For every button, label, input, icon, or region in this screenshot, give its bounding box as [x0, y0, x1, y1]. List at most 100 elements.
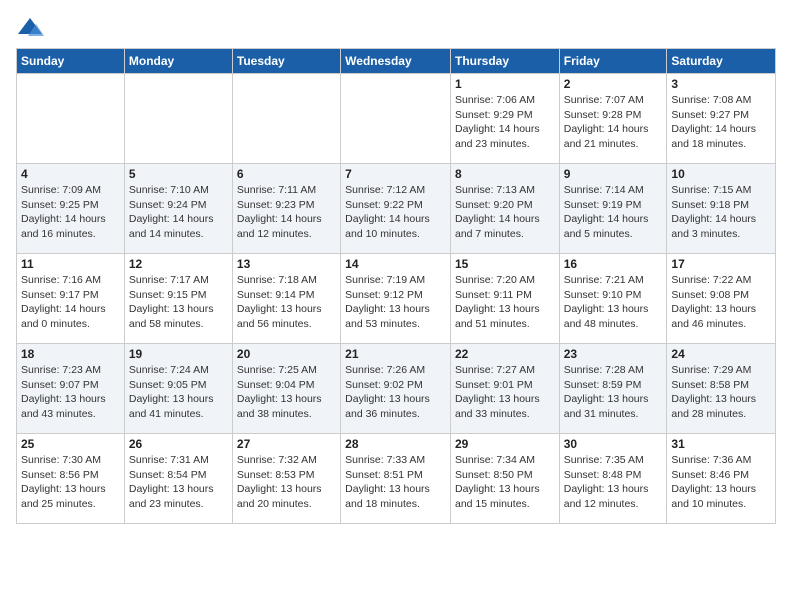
day-info: Sunrise: 7:26 AM Sunset: 9:02 PM Dayligh…: [345, 363, 446, 422]
day-info: Sunrise: 7:21 AM Sunset: 9:10 PM Dayligh…: [564, 273, 663, 332]
calendar-cell: 19 Sunrise: 7:24 AM Sunset: 9:05 PM Dayli…: [124, 344, 232, 434]
day-number: 29: [455, 437, 555, 451]
calendar-cell: 7 Sunrise: 7:12 AM Sunset: 9:22 PM Daylig…: [341, 164, 451, 254]
calendar-cell: 22Sunrise: 7:27 AM Sunset: 9:01 PM Dayli…: [450, 344, 559, 434]
day-number: 5: [129, 167, 228, 181]
weekday-header-sunday: Sunday: [17, 49, 125, 74]
calendar-cell: 21Sunrise: 7:26 AM Sunset: 9:02 PM Dayli…: [341, 344, 451, 434]
day-number: 2: [564, 77, 663, 91]
day-number: 23: [564, 347, 663, 361]
day-number: 19: [129, 347, 228, 361]
calendar-cell: 16 Sunrise: 7:21 AM Sunset: 9:10 PM Dayli…: [559, 254, 667, 344]
day-info: Sunrise: 7:36 AM Sunset: 8:46 PM Dayligh…: [671, 453, 771, 512]
calendar-cell: 2 Sunrise: 7:07 AM Sunset: 9:28 PM Daylig…: [559, 74, 667, 164]
day-number: 7: [345, 167, 446, 181]
calendar-cell: 30Sunrise: 7:35 AM Sunset: 8:48 PM Dayli…: [559, 434, 667, 524]
day-info: Sunrise: 7:35 AM Sunset: 8:48 PM Dayligh…: [564, 453, 663, 512]
day-number: 31: [671, 437, 771, 451]
day-info: Sunrise: 7:31 AM Sunset: 8:54 PM Dayligh…: [129, 453, 228, 512]
logo: [16, 16, 48, 38]
weekday-header-wednesday: Wednesday: [341, 49, 451, 74]
calendar-cell: 28 Sunrise: 7:33 AM Sunset: 8:51 PM Dayli…: [341, 434, 451, 524]
calendar-cell: 11 Sunrise: 7:16 AM Sunset: 9:17 PM Dayli…: [17, 254, 125, 344]
day-number: 8: [455, 167, 555, 181]
day-info: Sunrise: 7:32 AM Sunset: 8:53 PM Dayligh…: [237, 453, 336, 512]
day-info: Sunrise: 7:30 AM Sunset: 8:56 PM Dayligh…: [21, 453, 120, 512]
calendar-cell: 24 Sunrise: 7:29 AM Sunset: 8:58 PM Dayli…: [667, 344, 776, 434]
day-info: Sunrise: 7:34 AM Sunset: 8:50 PM Dayligh…: [455, 453, 555, 512]
day-number: 26: [129, 437, 228, 451]
day-info: Sunrise: 7:06 AM Sunset: 9:29 PM Dayligh…: [455, 93, 555, 152]
day-info: Sunrise: 7:12 AM Sunset: 9:22 PM Dayligh…: [345, 183, 446, 242]
calendar-cell: 13 Sunrise: 7:18 AM Sunset: 9:14 PM Dayli…: [232, 254, 340, 344]
calendar-cell: [124, 74, 232, 164]
calendar-week-row: 18 Sunrise: 7:23 AM Sunset: 9:07 PM Dayli…: [17, 344, 776, 434]
day-info: Sunrise: 7:15 AM Sunset: 9:18 PM Dayligh…: [671, 183, 771, 242]
day-info: Sunrise: 7:09 AM Sunset: 9:25 PM Dayligh…: [21, 183, 120, 242]
calendar-table: SundayMondayTuesdayWednesdayThursdayFrid…: [16, 48, 776, 524]
calendar-cell: 5 Sunrise: 7:10 AM Sunset: 9:24 PM Daylig…: [124, 164, 232, 254]
day-info: Sunrise: 7:27 AM Sunset: 9:01 PM Dayligh…: [455, 363, 555, 422]
calendar-cell: 12Sunrise: 7:17 AM Sunset: 9:15 PM Dayli…: [124, 254, 232, 344]
calendar-cell: 23 Sunrise: 7:28 AM Sunset: 8:59 PM Dayli…: [559, 344, 667, 434]
day-info: Sunrise: 7:14 AM Sunset: 9:19 PM Dayligh…: [564, 183, 663, 242]
day-info: Sunrise: 7:18 AM Sunset: 9:14 PM Dayligh…: [237, 273, 336, 332]
calendar-cell: 29 Sunrise: 7:34 AM Sunset: 8:50 PM Dayli…: [450, 434, 559, 524]
calendar-cell: 14Sunrise: 7:19 AM Sunset: 9:12 PM Dayli…: [341, 254, 451, 344]
day-info: Sunrise: 7:28 AM Sunset: 8:59 PM Dayligh…: [564, 363, 663, 422]
day-info: Sunrise: 7:20 AM Sunset: 9:11 PM Dayligh…: [455, 273, 555, 332]
day-number: 6: [237, 167, 336, 181]
day-number: 17: [671, 257, 771, 271]
calendar-cell: 8Sunrise: 7:13 AM Sunset: 9:20 PM Daylig…: [450, 164, 559, 254]
day-info: Sunrise: 7:23 AM Sunset: 9:07 PM Dayligh…: [21, 363, 120, 422]
day-info: Sunrise: 7:19 AM Sunset: 9:12 PM Dayligh…: [345, 273, 446, 332]
day-info: Sunrise: 7:08 AM Sunset: 9:27 PM Dayligh…: [671, 93, 771, 152]
day-number: 24: [671, 347, 771, 361]
calendar-cell: 9Sunrise: 7:14 AM Sunset: 9:19 PM Daylig…: [559, 164, 667, 254]
day-info: Sunrise: 7:16 AM Sunset: 9:17 PM Dayligh…: [21, 273, 120, 332]
day-number: 25: [21, 437, 120, 451]
weekday-header-row: SundayMondayTuesdayWednesdayThursdayFrid…: [17, 49, 776, 74]
calendar-cell: 27 Sunrise: 7:32 AM Sunset: 8:53 PM Dayli…: [232, 434, 340, 524]
day-info: Sunrise: 7:07 AM Sunset: 9:28 PM Dayligh…: [564, 93, 663, 152]
weekday-header-tuesday: Tuesday: [232, 49, 340, 74]
weekday-header-thursday: Thursday: [450, 49, 559, 74]
calendar-cell: 3 Sunrise: 7:08 AM Sunset: 9:27 PM Daylig…: [667, 74, 776, 164]
logo-icon: [16, 16, 44, 38]
calendar-cell: 6 Sunrise: 7:11 AM Sunset: 9:23 PM Daylig…: [232, 164, 340, 254]
day-number: 3: [671, 77, 771, 91]
calendar-cell: 26 Sunrise: 7:31 AM Sunset: 8:54 PM Dayli…: [124, 434, 232, 524]
calendar-cell: [232, 74, 340, 164]
calendar-cell: 10Sunrise: 7:15 AM Sunset: 9:18 PM Dayli…: [667, 164, 776, 254]
day-info: Sunrise: 7:33 AM Sunset: 8:51 PM Dayligh…: [345, 453, 446, 512]
calendar-cell: 31 Sunrise: 7:36 AM Sunset: 8:46 PM Dayli…: [667, 434, 776, 524]
calendar-cell: 17 Sunrise: 7:22 AM Sunset: 9:08 PM Dayli…: [667, 254, 776, 344]
calendar-cell: 18 Sunrise: 7:23 AM Sunset: 9:07 PM Dayli…: [17, 344, 125, 434]
day-number: 27: [237, 437, 336, 451]
day-number: 15: [455, 257, 555, 271]
day-info: Sunrise: 7:11 AM Sunset: 9:23 PM Dayligh…: [237, 183, 336, 242]
calendar-week-row: 11 Sunrise: 7:16 AM Sunset: 9:17 PM Dayli…: [17, 254, 776, 344]
calendar-week-row: 25 Sunrise: 7:30 AM Sunset: 8:56 PM Dayli…: [17, 434, 776, 524]
calendar-cell: 25 Sunrise: 7:30 AM Sunset: 8:56 PM Dayli…: [17, 434, 125, 524]
day-number: 20: [237, 347, 336, 361]
calendar-cell: [17, 74, 125, 164]
day-info: Sunrise: 7:29 AM Sunset: 8:58 PM Dayligh…: [671, 363, 771, 422]
day-number: 11: [21, 257, 120, 271]
day-info: Sunrise: 7:24 AM Sunset: 9:05 PM Dayligh…: [129, 363, 228, 422]
day-info: Sunrise: 7:10 AM Sunset: 9:24 PM Dayligh…: [129, 183, 228, 242]
day-number: 13: [237, 257, 336, 271]
day-number: 18: [21, 347, 120, 361]
day-info: Sunrise: 7:22 AM Sunset: 9:08 PM Dayligh…: [671, 273, 771, 332]
day-info: Sunrise: 7:25 AM Sunset: 9:04 PM Dayligh…: [237, 363, 336, 422]
day-number: 28: [345, 437, 446, 451]
day-info: Sunrise: 7:17 AM Sunset: 9:15 PM Dayligh…: [129, 273, 228, 332]
calendar-cell: 4 Sunrise: 7:09 AM Sunset: 9:25 PM Daylig…: [17, 164, 125, 254]
calendar-cell: 20 Sunrise: 7:25 AM Sunset: 9:04 PM Dayli…: [232, 344, 340, 434]
day-number: 4: [21, 167, 120, 181]
calendar-week-row: 1Sunrise: 7:06 AM Sunset: 9:29 PM Daylig…: [17, 74, 776, 164]
calendar-cell: 15 Sunrise: 7:20 AM Sunset: 9:11 PM Dayli…: [450, 254, 559, 344]
header: [16, 16, 776, 38]
day-number: 16: [564, 257, 663, 271]
weekday-header-monday: Monday: [124, 49, 232, 74]
